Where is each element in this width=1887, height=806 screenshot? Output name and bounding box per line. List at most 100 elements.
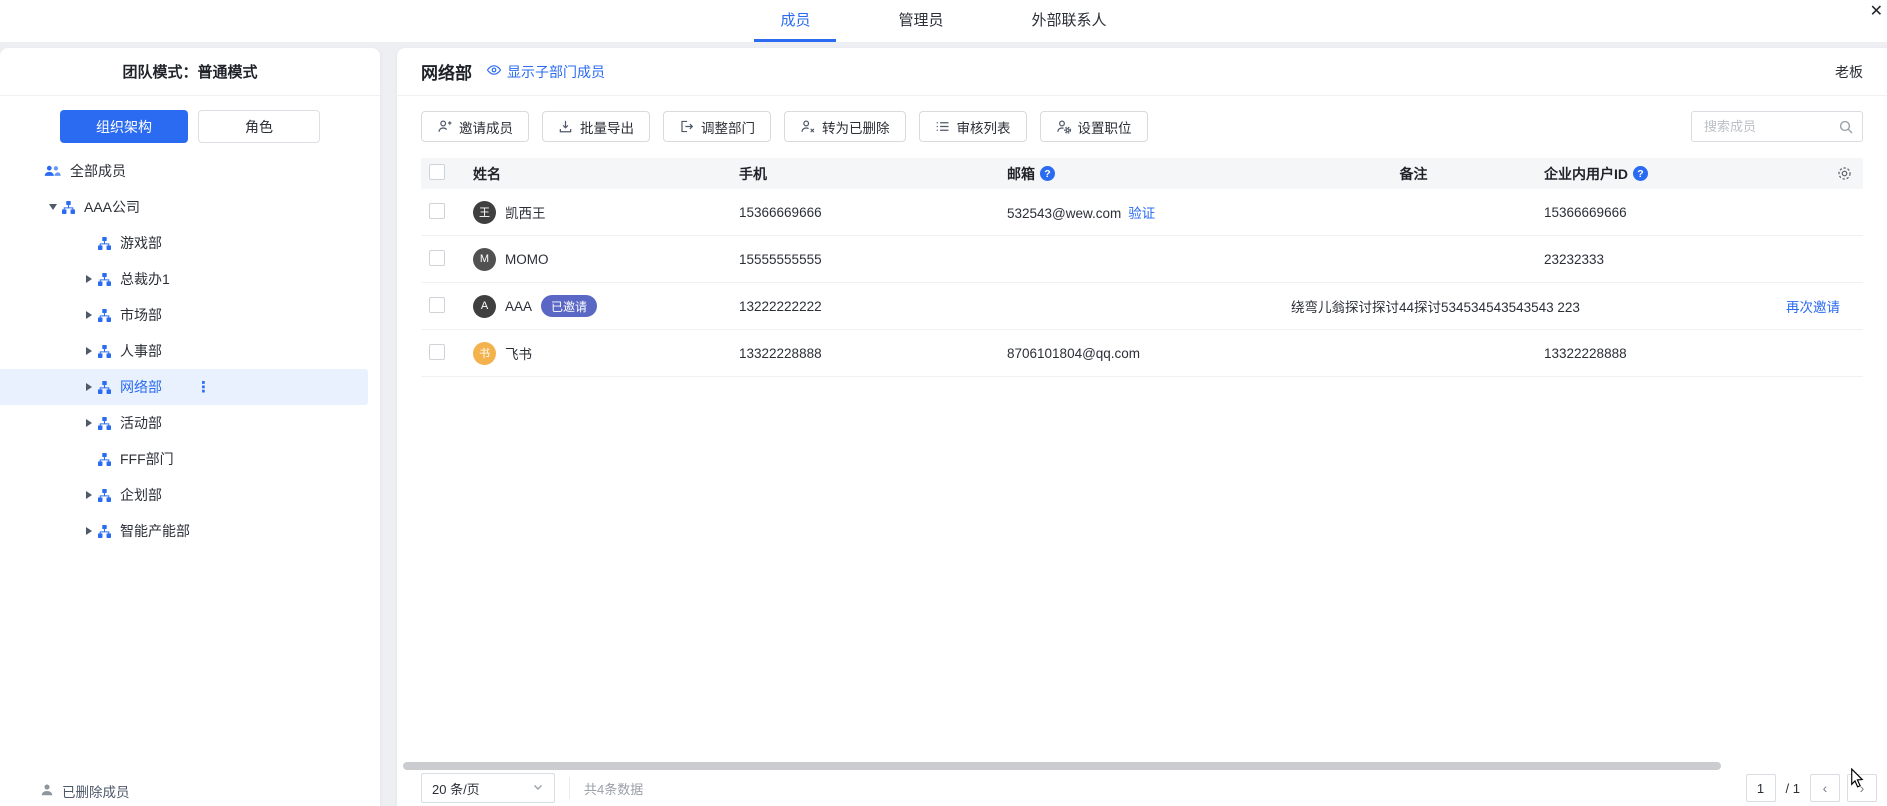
- current-page[interactable]: 1: [1746, 774, 1776, 802]
- department-icon: [98, 309, 111, 322]
- member-phone: 15366669666: [731, 205, 999, 220]
- col-user-id: 企业内用户ID: [1544, 164, 1628, 184]
- person-setting-icon: [1056, 119, 1071, 134]
- department-icon: [98, 489, 111, 502]
- tree-item-8[interactable]: FFF部门: [0, 441, 380, 477]
- help-icon[interactable]: ?: [1633, 166, 1648, 181]
- tree-item-9[interactable]: 企划部: [0, 477, 380, 513]
- topbar-tab[interactable]: 成员: [754, 0, 836, 42]
- page-total: / 1: [1786, 781, 1800, 796]
- close-icon[interactable]: ✕: [1870, 4, 1883, 20]
- table-row[interactable]: 王 凯西王 15366669666 532543@wew.com验证 15366…: [421, 189, 1863, 236]
- member-remark: 绕弯儿翁探讨探讨44探讨534534543543543 223: [1283, 296, 1536, 316]
- department-icon: [98, 417, 111, 430]
- chevron-down-icon: [532, 781, 544, 796]
- col-email: 邮箱: [1007, 164, 1035, 184]
- divider: [569, 777, 570, 799]
- table-header: 姓名 手机 邮箱? 备注 企业内用户ID?: [421, 158, 1863, 189]
- page-size-select[interactable]: 20 条/页: [421, 773, 555, 803]
- total-count: 共4条数据: [584, 779, 643, 798]
- member-search: [1691, 111, 1863, 142]
- invited-badge: 已邀请: [541, 295, 597, 317]
- show-subdept-link[interactable]: 显示子部门成员: [486, 62, 605, 82]
- export-icon: [558, 119, 573, 134]
- select-all-checkbox[interactable]: [429, 164, 445, 180]
- table-row[interactable]: 书 飞书 13322228888 8706101804@qq.com 13322…: [421, 330, 1863, 377]
- column-settings-gear-icon[interactable]: [1836, 165, 1853, 185]
- department-icon: [98, 345, 111, 358]
- top-tab-bar: 成员管理员外部联系人 ✕: [0, 0, 1887, 42]
- chevron-right-icon[interactable]: [80, 526, 98, 536]
- toolbar-button-2[interactable]: 调整部门: [663, 111, 771, 142]
- row-checkbox[interactable]: [429, 250, 445, 266]
- chevron-right-icon[interactable]: [80, 382, 98, 392]
- divider: [0, 95, 380, 96]
- member-phone: 13322228888: [731, 346, 999, 361]
- member-name: 飞书: [505, 343, 532, 363]
- member-user-id: 13322228888: [1536, 346, 1778, 361]
- chevron-right-icon[interactable]: [80, 310, 98, 320]
- row-checkbox[interactable]: [429, 297, 445, 313]
- person-plus-icon: [437, 119, 452, 134]
- org-structure-button[interactable]: 组织架构: [60, 110, 188, 143]
- avatar: M: [473, 248, 496, 271]
- chevron-right-icon[interactable]: [80, 490, 98, 500]
- chevron-right-icon[interactable]: [80, 418, 98, 428]
- search-input[interactable]: [1702, 118, 1841, 135]
- help-icon[interactable]: ?: [1040, 166, 1055, 181]
- audit-list-icon: [935, 119, 950, 134]
- table-row[interactable]: M MOMO 15555555555 23232333: [421, 236, 1863, 283]
- tree-item-1[interactable]: AAA公司: [0, 189, 380, 225]
- toolbar-button-4[interactable]: 审核列表: [919, 111, 1027, 142]
- department-icon: [98, 237, 111, 250]
- toolbar-button-1[interactable]: 批量导出: [542, 111, 650, 142]
- deleted-members-entry[interactable]: 已删除成员: [40, 781, 130, 801]
- search-icon: [1838, 119, 1854, 140]
- person-icon: [40, 783, 54, 800]
- department-icon: [62, 201, 75, 214]
- member-user-id: 23232333: [1536, 252, 1778, 267]
- pagination: 1 / 1 ‹ ›: [1746, 774, 1877, 802]
- topbar-tab[interactable]: 外部联系人: [1006, 0, 1133, 42]
- chevron-down-icon[interactable]: [44, 202, 62, 212]
- member-name: MOMO: [505, 252, 549, 267]
- chevron-right-icon[interactable]: [80, 274, 98, 284]
- tree-item-3[interactable]: 总裁办1: [0, 261, 380, 297]
- person-remove-icon: [800, 119, 815, 134]
- member-phone: 15555555555: [731, 252, 999, 267]
- member-user-id: 15366669666: [1536, 205, 1778, 220]
- next-page-button[interactable]: ›: [1847, 774, 1877, 802]
- department-icon: [98, 273, 111, 286]
- org-sidebar: 团队模式：普通模式 组织架构 角色 全部成员 AAA公司 游戏部 总裁办1 市场…: [0, 48, 380, 806]
- team-mode-title: 团队模式：普通模式: [0, 48, 380, 95]
- reinvite-link[interactable]: 再次邀请: [1786, 300, 1840, 315]
- row-checkbox[interactable]: [429, 203, 445, 219]
- toolbar-button-5[interactable]: 设置职位: [1040, 111, 1148, 142]
- tree-item-4[interactable]: 市场部: [0, 297, 380, 333]
- row-checkbox[interactable]: [429, 344, 445, 360]
- tree-item-6[interactable]: 网络部 ⋮: [0, 369, 368, 405]
- all-members-icon: [44, 164, 61, 178]
- role-button[interactable]: 角色: [198, 110, 320, 143]
- prev-page-button[interactable]: ‹: [1810, 774, 1840, 802]
- chevron-right-icon[interactable]: [80, 346, 98, 356]
- member-email: 532543@wew.com: [1007, 206, 1121, 221]
- members-table: 姓名 手机 邮箱? 备注 企业内用户ID? 王 凯西王 15366669666 …: [421, 158, 1863, 377]
- horizontal-scrollbar[interactable]: [403, 762, 1721, 770]
- toolbar-button-0[interactable]: 邀请成员: [421, 111, 529, 142]
- more-actions-icon[interactable]: ⋮: [196, 380, 211, 395]
- tree-item-2[interactable]: 游戏部: [0, 225, 380, 261]
- member-phone: 13222222222: [731, 299, 999, 314]
- member-email: 8706101804@qq.com: [1007, 346, 1140, 361]
- topbar-tab[interactable]: 管理员: [872, 0, 969, 42]
- tree-item-7[interactable]: 活动部: [0, 405, 380, 441]
- verify-link[interactable]: 验证: [1128, 206, 1155, 221]
- toolbar-button-3[interactable]: 转为已删除: [784, 111, 906, 142]
- col-phone: 手机: [731, 164, 999, 184]
- department-tree: 全部成员 AAA公司 游戏部 总裁办1 市场部 人事部 网络部 ⋮ 活动部: [0, 153, 380, 549]
- table-footer: 20 条/页 共4条数据 1 / 1 ‹ ›: [421, 770, 1877, 806]
- tree-item-0[interactable]: 全部成员: [0, 153, 380, 189]
- table-row[interactable]: A AAA 已邀请 13222222222 绕弯儿翁探讨探讨44探讨534534…: [421, 283, 1863, 330]
- tree-item-5[interactable]: 人事部: [0, 333, 380, 369]
- tree-item-10[interactable]: 智能产能部: [0, 513, 380, 549]
